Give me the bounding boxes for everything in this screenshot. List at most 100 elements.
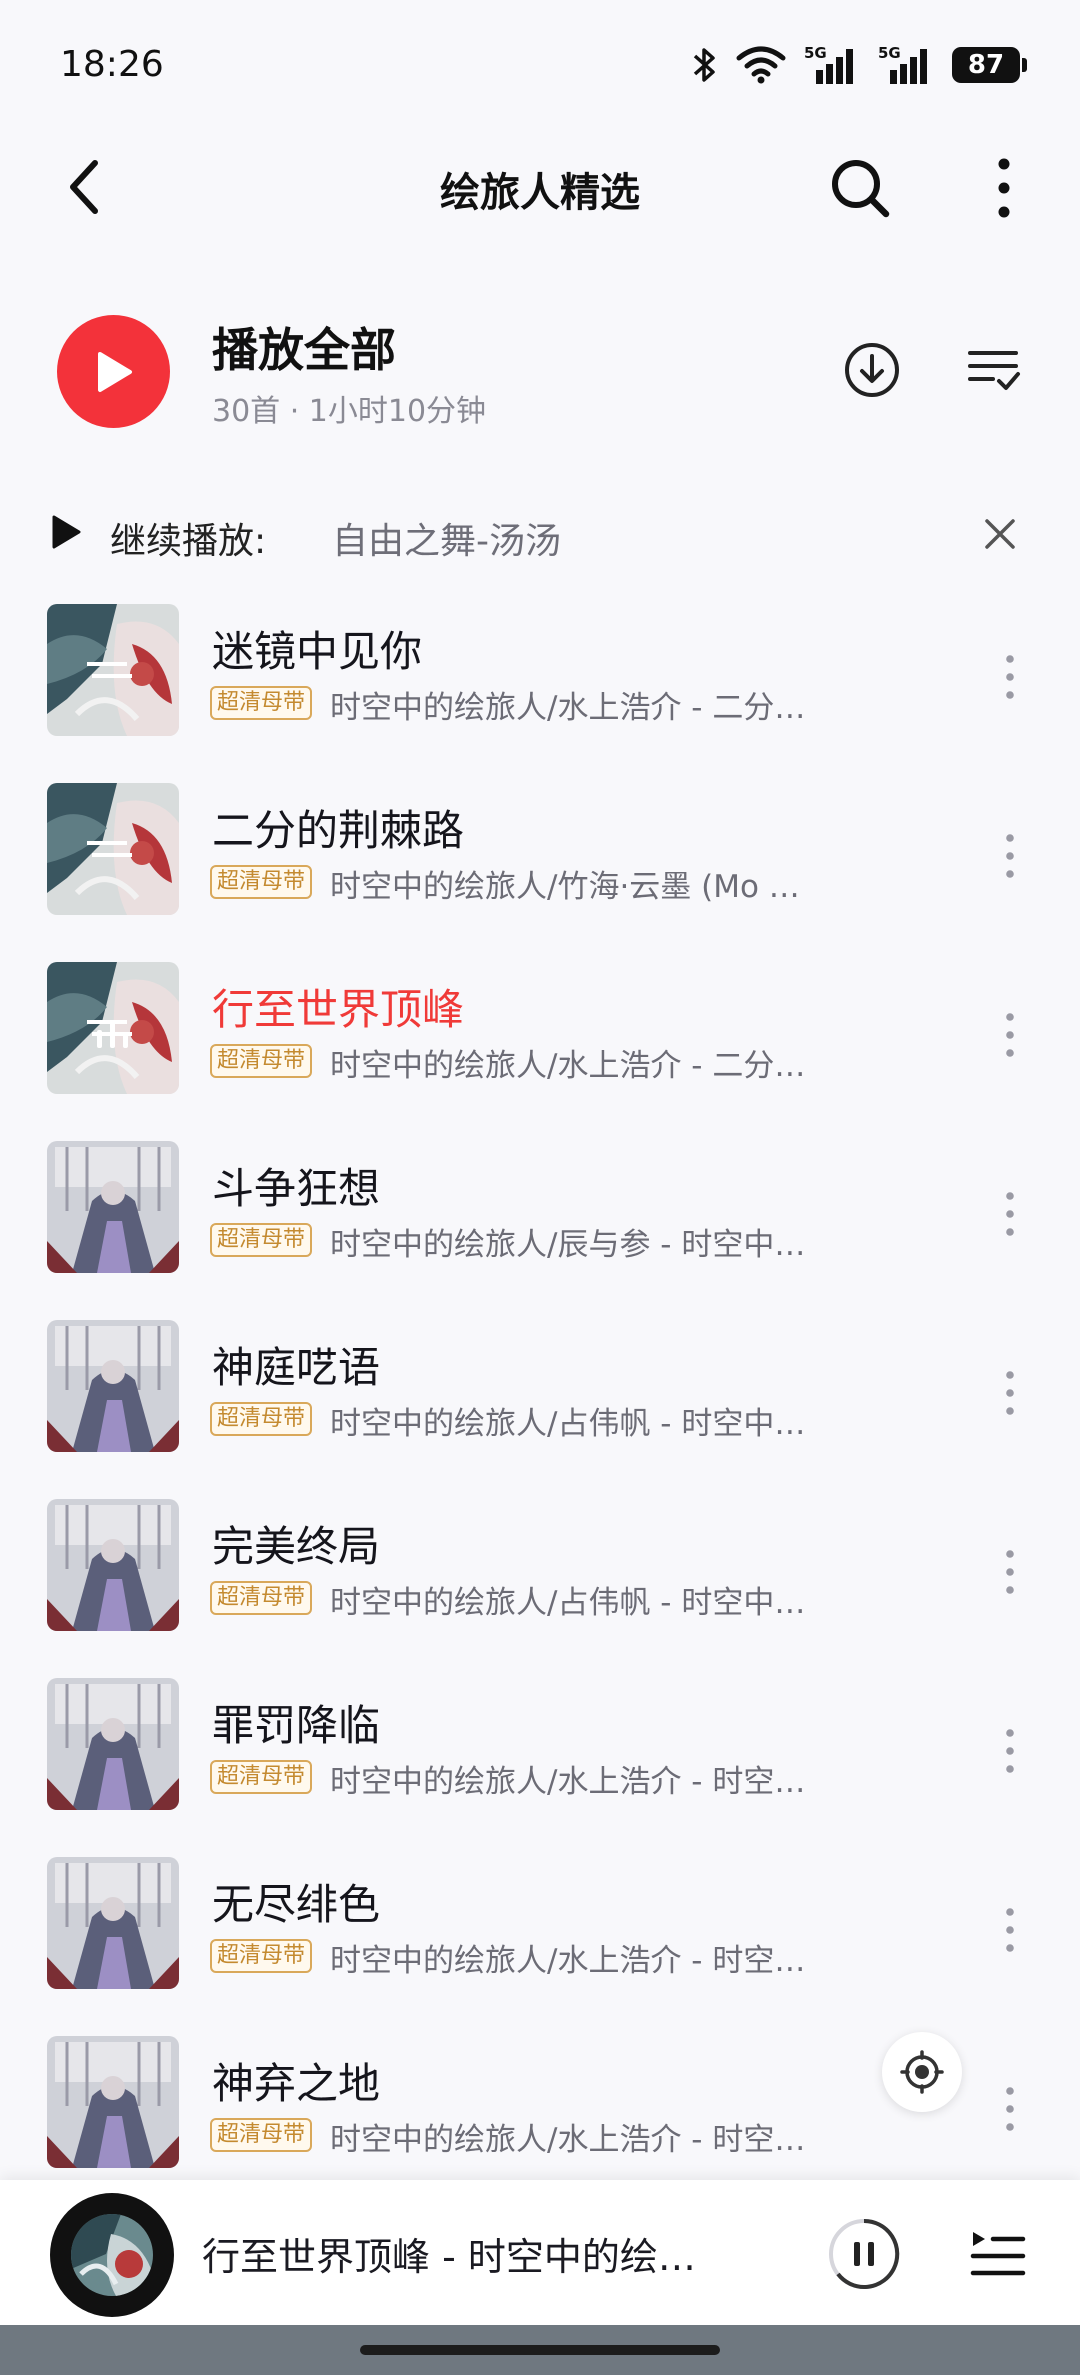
song-row[interactable]: 完美终局 超清母带 时空中的绘旅人/占伟帆 - 时空中… [0, 1485, 1080, 1664]
song-more-button[interactable] [990, 821, 1030, 891]
download-icon [845, 343, 899, 397]
wifi-icon [736, 46, 786, 84]
song-title: 二分的荆棘路 [212, 806, 465, 855]
more-vertical-icon [1006, 2087, 1014, 2131]
quality-badge: 超清母带 [210, 1760, 313, 1794]
song-row[interactable]: 神庭呓语 超清母带 时空中的绘旅人/占伟帆 - 时空中… [0, 1306, 1080, 1485]
song-artist-album: 时空中的绘旅人/水上浩介 - 时空… [330, 2122, 806, 2158]
song-title: 行至世界顶峰 [212, 985, 465, 1034]
play-all-section: 播放全部 30首 · 1小时10分钟 [0, 300, 1080, 450]
locate-current-song-button[interactable] [882, 2032, 962, 2112]
song-artist-album: 时空中的绘旅人/水上浩介 - 时空… [330, 1943, 806, 1979]
song-more-button[interactable] [990, 1000, 1030, 1070]
close-icon [985, 519, 1015, 549]
song-title: 斗争狂想 [212, 1164, 381, 1213]
playlist-icon [970, 2232, 1026, 2276]
mini-player[interactable]: 行至世界顶峰 - 时空中的绘… [0, 2180, 1080, 2325]
page-title: 绘旅人精选 [440, 170, 640, 216]
song-cover-art [47, 2036, 179, 2168]
play-queue-button[interactable] [964, 2220, 1032, 2288]
more-vertical-icon [1006, 1908, 1014, 1952]
song-title: 完美终局 [212, 1522, 381, 1571]
continue-track-name: 自由之舞-汤汤 [332, 521, 561, 562]
more-options-button[interactable] [972, 150, 1036, 226]
battery-indicator: 87 [952, 47, 1027, 83]
song-artist-album: 时空中的绘旅人/水上浩介 - 二分… [330, 690, 806, 726]
song-row[interactable]: 无尽绯色超清母带 时空中的绘旅人/水上浩介 - 时空… [0, 1843, 1080, 2022]
song-more-button[interactable] [990, 642, 1030, 712]
song-cover-art [47, 604, 179, 736]
playlist-summary: 30首 · 1小时10分钟 [212, 394, 487, 429]
mini-player-title[interactable]: 行至世界顶峰 - 时空中的绘… [202, 2226, 742, 2281]
quality-badge: 超清母带 [210, 1223, 313, 1257]
song-title: 无尽绯色 [212, 1880, 381, 1929]
song-more-button[interactable] [990, 1716, 1030, 1786]
play-all-button[interactable] [57, 315, 170, 428]
song-title: 神庭呓语 [212, 1343, 381, 1392]
song-artist-album: 时空中的绘旅人/水上浩介 - 时空… [330, 1764, 806, 1800]
svg-text:5G: 5G [804, 44, 827, 62]
pause-button[interactable] [826, 2216, 902, 2292]
list-check-icon [968, 351, 1020, 390]
top-app-bar: 绘旅人精选 [0, 130, 1080, 250]
mini-player-cover-art [71, 2214, 153, 2296]
home-indicator[interactable] [360, 2345, 720, 2355]
play-small-icon [52, 515, 81, 549]
song-cover-art [47, 962, 179, 1094]
song-cover-art [47, 1857, 179, 1989]
signal-5g-icon: 5G [878, 44, 934, 86]
play-all-label[interactable]: 播放全部 [212, 314, 396, 380]
quality-badge: 超清母带 [210, 1402, 313, 1436]
song-row[interactable]: 罪罚降临超清母带 时空中的绘旅人/水上浩介 - 时空… [0, 1664, 1080, 1843]
continue-label: 继续播放: [110, 521, 267, 562]
search-icon [832, 160, 890, 218]
mini-player-disc[interactable] [50, 2193, 174, 2317]
song-row[interactable]: 迷镜中见你超清母带 时空中的绘旅人/水上浩介 - 二分… [0, 590, 1080, 769]
song-title: 神弃之地 [212, 2059, 381, 2108]
status-bar: 18:26 5G 5G 87 [0, 0, 1080, 130]
song-cover-art [47, 1141, 179, 1273]
now-playing-icon [93, 1020, 133, 1050]
song-row[interactable]: 斗争狂想超清母带 时空中的绘旅人/辰与参 - 时空中… [0, 1127, 1080, 1306]
song-more-button[interactable] [990, 1895, 1030, 1965]
song-more-button[interactable] [990, 1179, 1030, 1249]
signal-5g-icon: 5G [804, 44, 860, 86]
quality-badge: 超清母带 [210, 686, 313, 720]
song-title: 罪罚降临 [212, 1701, 381, 1750]
song-cover-art [47, 1320, 179, 1452]
more-vertical-icon [1006, 1729, 1014, 1773]
bluetooth-icon [692, 45, 718, 85]
more-vertical-icon [1006, 1371, 1014, 1415]
continue-close-button[interactable] [974, 508, 1026, 560]
song-cover-art [47, 1499, 179, 1631]
status-icons: 5G 5G 87 [692, 40, 1027, 90]
song-row[interactable]: 二分的荆棘路超清母带 时空中的绘旅人/竹海·云墨 (Mo … [0, 769, 1080, 948]
song-more-button[interactable] [990, 1358, 1030, 1428]
song-artist-album: 时空中的绘旅人/占伟帆 - 时空中… [330, 1585, 806, 1621]
quality-badge: 超清母带 [210, 1939, 313, 1973]
music-playlist-screen: 18:26 5G 5G 87 绘旅人精选 播放全部 30首 · 1小时10分钟 … [0, 0, 1080, 2375]
song-title: 迷镜中见你 [212, 627, 423, 676]
search-button[interactable] [822, 150, 898, 226]
song-artist-album: 时空中的绘旅人/辰与参 - 时空中… [330, 1227, 806, 1263]
locate-target-icon [900, 2050, 944, 2094]
play-icon [97, 351, 132, 392]
more-vertical-icon [998, 158, 1010, 218]
more-vertical-icon [1006, 1013, 1014, 1057]
system-navigation-bar [0, 2325, 1080, 2375]
song-row[interactable]: 行至世界顶峰 超清母带 时空中的绘旅人/水上浩介 - 二分… [0, 948, 1080, 1127]
status-time: 18:26 [60, 44, 164, 85]
song-artist-album: 时空中的绘旅人/竹海·云墨 (Mo … [330, 869, 800, 905]
more-vertical-icon [1006, 655, 1014, 699]
song-more-button[interactable] [990, 2074, 1030, 2144]
multi-select-button[interactable] [960, 336, 1028, 404]
continue-playback-bar[interactable]: 继续播放: 自由之舞-汤汤 [0, 500, 1080, 570]
download-button[interactable] [838, 336, 906, 404]
quality-badge: 超清母带 [210, 865, 313, 899]
song-artist-album: 时空中的绘旅人/水上浩介 - 二分… [330, 1048, 806, 1084]
more-vertical-icon [1006, 834, 1014, 878]
more-vertical-icon [1006, 1550, 1014, 1594]
song-more-button[interactable] [990, 1537, 1030, 1607]
pause-icon [829, 2218, 900, 2289]
song-cover-art [47, 1678, 179, 1810]
